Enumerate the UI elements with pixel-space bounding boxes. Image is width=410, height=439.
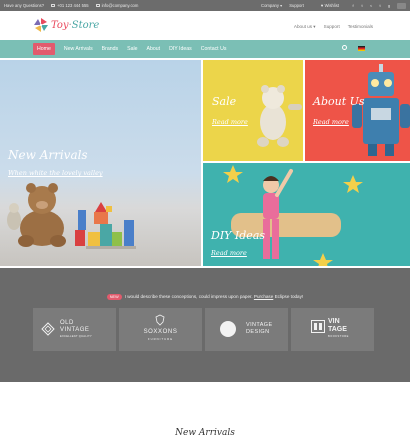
logo[interactable]: Toy·Store <box>33 17 99 33</box>
sale-read-more-link[interactable]: Read more <box>212 118 248 126</box>
section-title-new-arrivals: New Arrivals <box>175 428 235 438</box>
notice-text: I would describe these conceptions, coul… <box>124 294 253 299</box>
brand2-line2: FURNITURE <box>147 337 174 341</box>
brand1-line3: EXCELLENT QUALITY <box>60 335 93 338</box>
diy-read-more-link[interactable]: Read more <box>211 249 247 257</box>
company-label: Company <box>261 3 279 8</box>
main-nav: Home New Arrivals Brands Sale About DIY … <box>0 40 410 58</box>
support-link[interactable]: Support <box>289 3 304 8</box>
share-icon[interactable]: < <box>369 3 373 8</box>
email-label: info@company.com <box>101 3 139 8</box>
top-bar: Have any Questions? +01 123 444 555 info… <box>0 0 410 11</box>
notice-text-end: Eclipse today! <box>274 294 304 299</box>
about-read-more-link[interactable]: Read more <box>313 118 349 126</box>
header-nav-testimonials[interactable]: Testimonials <box>348 24 373 30</box>
question-text: Have any Questions? <box>4 3 45 8</box>
about-us-title: About Us <box>313 95 365 108</box>
cart-icon[interactable] <box>397 2 406 9</box>
facebook-icon[interactable]: f <box>351 3 355 8</box>
nav-item-contact-us[interactable]: Contact Us <box>201 46 227 52</box>
nav-item-about[interactable]: About <box>147 46 161 52</box>
new-badge: NEW <box>106 294 122 300</box>
nav-item-diy-ideas[interactable]: DIY Ideas <box>169 46 192 52</box>
brand-logo-vintage-bookstore[interactable]: VIN TAGE BOOKSTORE <box>291 308 374 351</box>
brand-logo-vintage-design[interactable]: VINTAGE DESIGN <box>205 308 288 351</box>
header-nav: About us ▾ Support Testimonials <box>278 24 373 30</box>
brand-logo-soxxons[interactable]: SOXXONS FURNITURE <box>119 308 202 351</box>
envelope-icon <box>95 4 100 7</box>
brand4-line3: BOOKSTORE <box>328 335 349 338</box>
header-nav-about[interactable]: About us ▾ <box>286 24 316 30</box>
brand4-line1: VIN <box>328 318 340 325</box>
phone-label: +01 123 444 555 <box>57 3 89 8</box>
toys-photo <box>7 183 136 249</box>
brand-logo-old-vintage[interactable]: OLD VINTAGE EXCELLENT QUALITY <box>33 308 116 351</box>
brand4-line2: TAGE <box>328 326 347 333</box>
phone-link[interactable]: +01 123 444 555 <box>51 3 89 8</box>
logo-text-part2: Store <box>71 19 100 31</box>
logo-text-part1: Toy <box>51 19 69 31</box>
wishlist-label: Wishlist <box>324 3 339 8</box>
brand3-line2: DESIGN <box>246 329 270 335</box>
tile-diy-ideas[interactable]: DIY Ideas Read more <box>203 163 410 266</box>
brand1-line2: VINTAGE <box>60 327 90 333</box>
nav-item-brands[interactable]: Brands <box>102 46 118 52</box>
diamond-logo-icon <box>41 322 55 336</box>
purchase-link[interactable]: Purchase <box>254 294 273 299</box>
circle-logo-icon <box>220 321 236 337</box>
nav-item-home[interactable]: Home <box>33 43 55 55</box>
german-flag-icon[interactable] <box>358 46 365 51</box>
tile-new-arrivals[interactable]: New Arrivals When white the lovely valle… <box>0 60 201 266</box>
grid-logo-icon <box>311 320 325 333</box>
notice-bar: NEW I would describe these conceptions, c… <box>0 294 410 300</box>
diy-ideas-title: DIY Ideas <box>211 229 266 242</box>
new-arrivals-title: New Arrivals <box>8 148 88 162</box>
phone-icon <box>51 4 56 7</box>
brand2-line1: SOXXONS <box>143 329 178 335</box>
email-link[interactable]: info@company.com <box>95 3 139 8</box>
tile-about-us[interactable]: About Us Read more <box>305 60 410 161</box>
twitter-icon[interactable]: t <box>360 3 364 8</box>
nav-item-new-arrivals[interactable]: New Arrivals <box>64 46 93 52</box>
brand1-line1: OLD <box>60 320 74 326</box>
robot-toy-photo <box>352 64 410 156</box>
nav-item-sale[interactable]: Sale <box>127 46 137 52</box>
search-icon[interactable] <box>342 45 347 50</box>
shield-logo-icon <box>155 314 165 326</box>
wishlist-link[interactable]: ♥ Wishlist <box>321 3 339 8</box>
header-nav-support[interactable]: Support <box>324 24 340 30</box>
new-arrivals-link[interactable]: When white the lovely valley <box>8 169 103 177</box>
logo-text: Toy·Store <box>51 19 100 31</box>
header: Toy·Store About us ▾ Support Testimonial… <box>0 11 410 40</box>
company-menu[interactable]: Company ▾ <box>261 3 282 8</box>
tumblr-icon[interactable]: t <box>378 3 382 8</box>
top-bar-right: Company ▾ Support ♥ Wishlist f t < t g <box>261 2 406 9</box>
brand3-line1: VINTAGE <box>246 322 273 328</box>
header-nav-about-label: About us <box>293 24 313 29</box>
google-plus-icon[interactable]: g <box>387 3 391 8</box>
brands-strip: NEW I would describe these conceptions, c… <box>0 268 410 382</box>
sale-title: Sale <box>212 95 237 108</box>
pinwheel-logo-icon <box>34 18 48 32</box>
hero-grid: New Arrivals When white the lovely valle… <box>0 60 410 266</box>
tile-sale[interactable]: Sale Read more <box>203 60 303 161</box>
plush-toy-photo <box>257 85 302 147</box>
page: Have any Questions? +01 123 444 555 info… <box>0 0 410 439</box>
